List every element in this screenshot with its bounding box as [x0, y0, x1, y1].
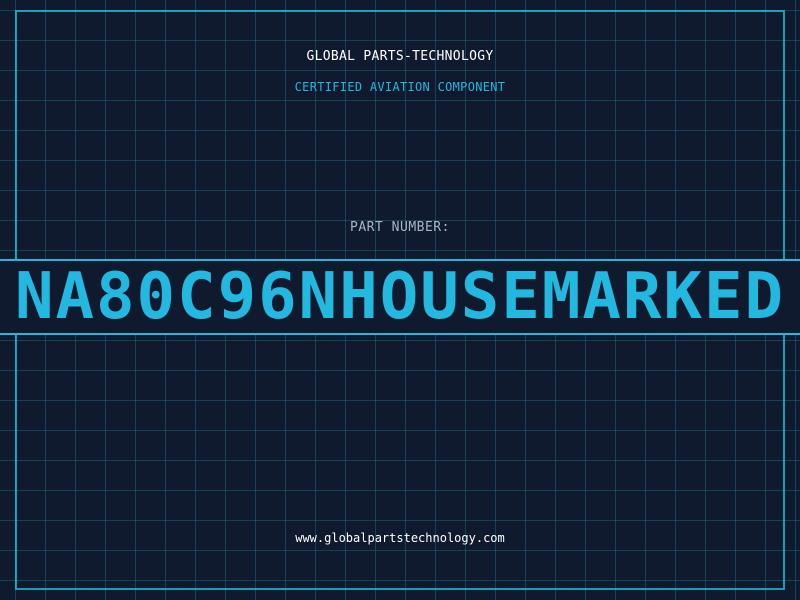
website-url: www.globalpartstechnology.com [295, 531, 505, 545]
part-number-label: PART NUMBER: [350, 220, 450, 235]
certificate-canvas: GLOBAL PARTS-TECHNOLOGY CERTIFIED AVIATI… [0, 0, 800, 600]
certification-subtitle: CERTIFIED AVIATION COMPONENT [294, 80, 506, 94]
company-name: GLOBAL PARTS-TECHNOLOGY [306, 49, 494, 64]
part-number-value: NA80C96NHOUSEMARKED [14, 260, 786, 334]
